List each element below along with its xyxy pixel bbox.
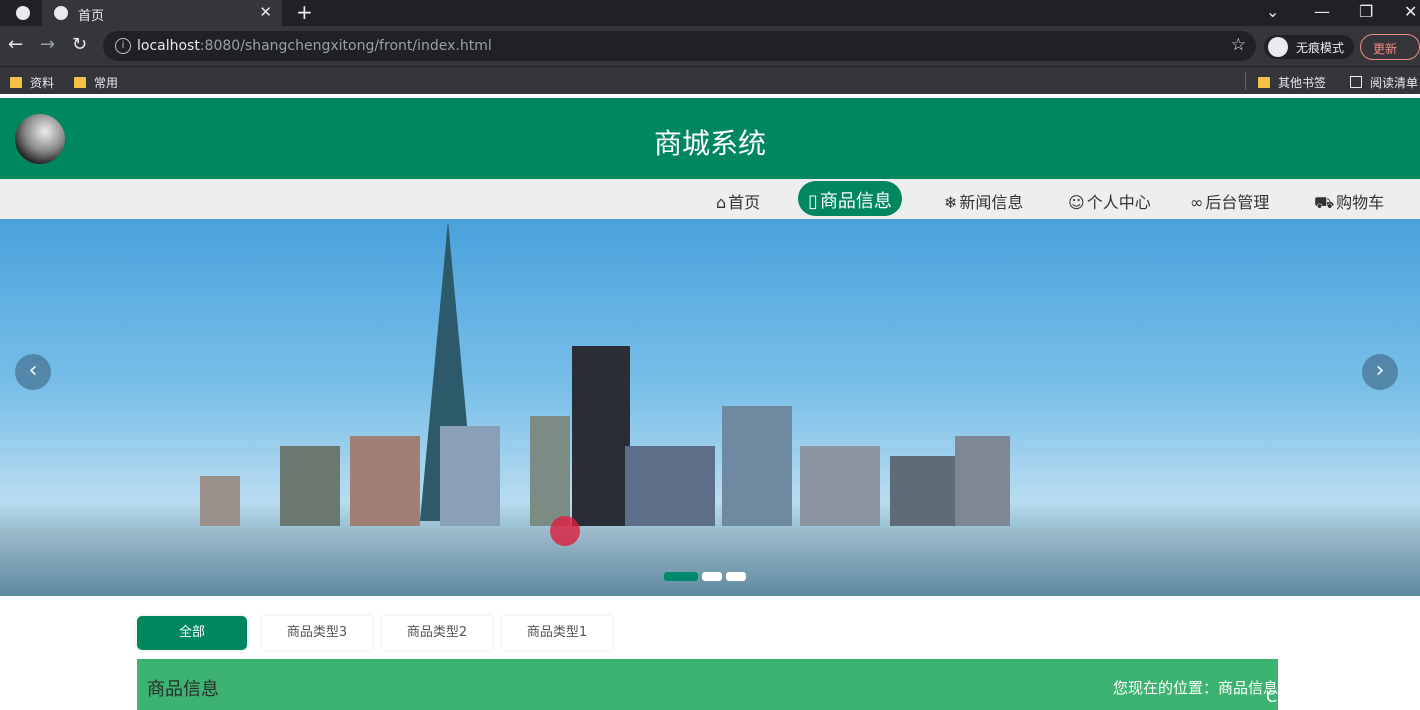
site-info-icon[interactable]: i xyxy=(115,38,131,54)
back-button[interactable]: ← xyxy=(8,34,23,55)
close-tab-icon[interactable]: ✕ xyxy=(259,3,272,21)
building xyxy=(955,436,1010,526)
globe-icon xyxy=(54,6,68,20)
minimize-button[interactable]: — xyxy=(1314,2,1330,21)
tab-search-icon[interactable]: ⌄ xyxy=(1266,2,1279,21)
carousel-dot[interactable] xyxy=(664,572,698,581)
folder-icon xyxy=(74,77,86,88)
building xyxy=(200,476,240,526)
bookmark-folder[interactable]: 资料 xyxy=(10,74,54,91)
building xyxy=(530,416,570,526)
bookmark-folder[interactable]: 常用 xyxy=(74,74,118,91)
link-icon: ∞ xyxy=(1190,193,1204,212)
close-window-button[interactable]: ✕ xyxy=(1404,2,1417,21)
forward-button[interactable]: → xyxy=(40,34,55,55)
nav-item-home[interactable]: ⌂ 首页 xyxy=(716,189,760,213)
building xyxy=(890,456,960,526)
address-bar[interactable]: i localhost:8080/shangchengxitong/front/… xyxy=(103,31,1256,61)
folder-icon xyxy=(1258,77,1270,88)
carousel-prev-button[interactable]: ‹ xyxy=(15,354,51,390)
browser-tab[interactable]: 首页 ✕ xyxy=(42,0,282,26)
water-reflection xyxy=(0,529,1420,596)
reload-button[interactable]: ↻ xyxy=(72,34,87,55)
bookmark-star-icon[interactable]: ☆ xyxy=(1231,35,1246,55)
carousel-indicators xyxy=(664,566,750,585)
other-bookmarks[interactable]: 其他书签 xyxy=(1258,74,1326,91)
document-icon: ▯ xyxy=(808,191,818,212)
url-text: localhost:8080/shangchengxitong/front/in… xyxy=(137,38,492,54)
carousel-dot[interactable] xyxy=(726,572,746,581)
breadcrumb: 您现在的位置：商品信息 xyxy=(1112,679,1278,697)
mouse-cursor-highlight xyxy=(550,516,580,546)
browser-menu-icon[interactable] xyxy=(16,6,30,20)
category-tab[interactable]: 商品类型1 xyxy=(502,616,612,650)
cart-icon: ⛟ xyxy=(1314,193,1335,212)
incognito-icon xyxy=(1268,37,1288,57)
main-nav: ⌂ 首页 ▯ 商品信息 ❄ 新闻信息 ☺ 个人中心 ∞ 后台管理 ⛟ 购物车 xyxy=(0,179,1420,219)
bookmarks-divider xyxy=(1245,72,1246,90)
tab-title: 首页 xyxy=(78,9,105,24)
section-title: 商品信息 xyxy=(147,679,219,700)
update-button[interactable]: 更新 xyxy=(1360,34,1420,60)
browser-toolbar: ← → ↻ i localhost:8080/shangchengxitong/… xyxy=(0,26,1420,66)
restore-button[interactable]: ❐ xyxy=(1359,2,1373,21)
site-title: 商城系统 xyxy=(653,127,766,160)
user-icon: ☺ xyxy=(1068,193,1085,212)
building xyxy=(280,446,340,526)
building xyxy=(350,436,420,526)
nav-item-news[interactable]: ❄ 新闻信息 xyxy=(944,189,1023,213)
watermark: CSDN @阿逸学长 xyxy=(1266,687,1397,706)
home-icon: ⌂ xyxy=(716,193,727,212)
banner-carousel[interactable]: ‹ › xyxy=(0,219,1420,596)
nav-item-cart[interactable]: ⛟ 购物车 xyxy=(1314,189,1384,214)
category-tab-all[interactable]: 全部 xyxy=(137,616,247,650)
skyscraper xyxy=(572,346,630,526)
reading-list-icon xyxy=(1350,76,1362,88)
site-header: 商城系统 xyxy=(0,98,1420,179)
reading-list[interactable]: 阅读清单 xyxy=(1350,74,1418,91)
nav-item-admin[interactable]: ∞ 后台管理 xyxy=(1190,189,1269,213)
folder-icon xyxy=(10,77,22,88)
category-tab[interactable]: 商品类型2 xyxy=(382,616,492,650)
category-tab[interactable]: 商品类型3 xyxy=(262,616,372,650)
bookmarks-bar: 资料 常用 其他书签 阅读清单 xyxy=(0,66,1420,94)
building xyxy=(625,446,715,526)
building xyxy=(722,406,792,526)
building xyxy=(800,446,880,526)
building xyxy=(440,426,500,526)
breadcrumb-bar: 商品信息 您现在的位置：商品信息 xyxy=(137,659,1278,710)
incognito-indicator[interactable]: 无痕模式 xyxy=(1264,35,1354,59)
nav-item-products[interactable]: ▯ 商品信息 xyxy=(798,181,902,216)
carousel-dot[interactable] xyxy=(702,572,722,581)
snowflake-icon: ❄ xyxy=(944,193,958,212)
nav-item-profile[interactable]: ☺ 个人中心 xyxy=(1068,189,1151,213)
browser-tabstrip: 首页 ✕ + ⌄ — ❐ ✕ xyxy=(0,0,1420,26)
carousel-next-button[interactable]: › xyxy=(1362,354,1398,390)
new-tab-button[interactable]: + xyxy=(296,2,313,22)
